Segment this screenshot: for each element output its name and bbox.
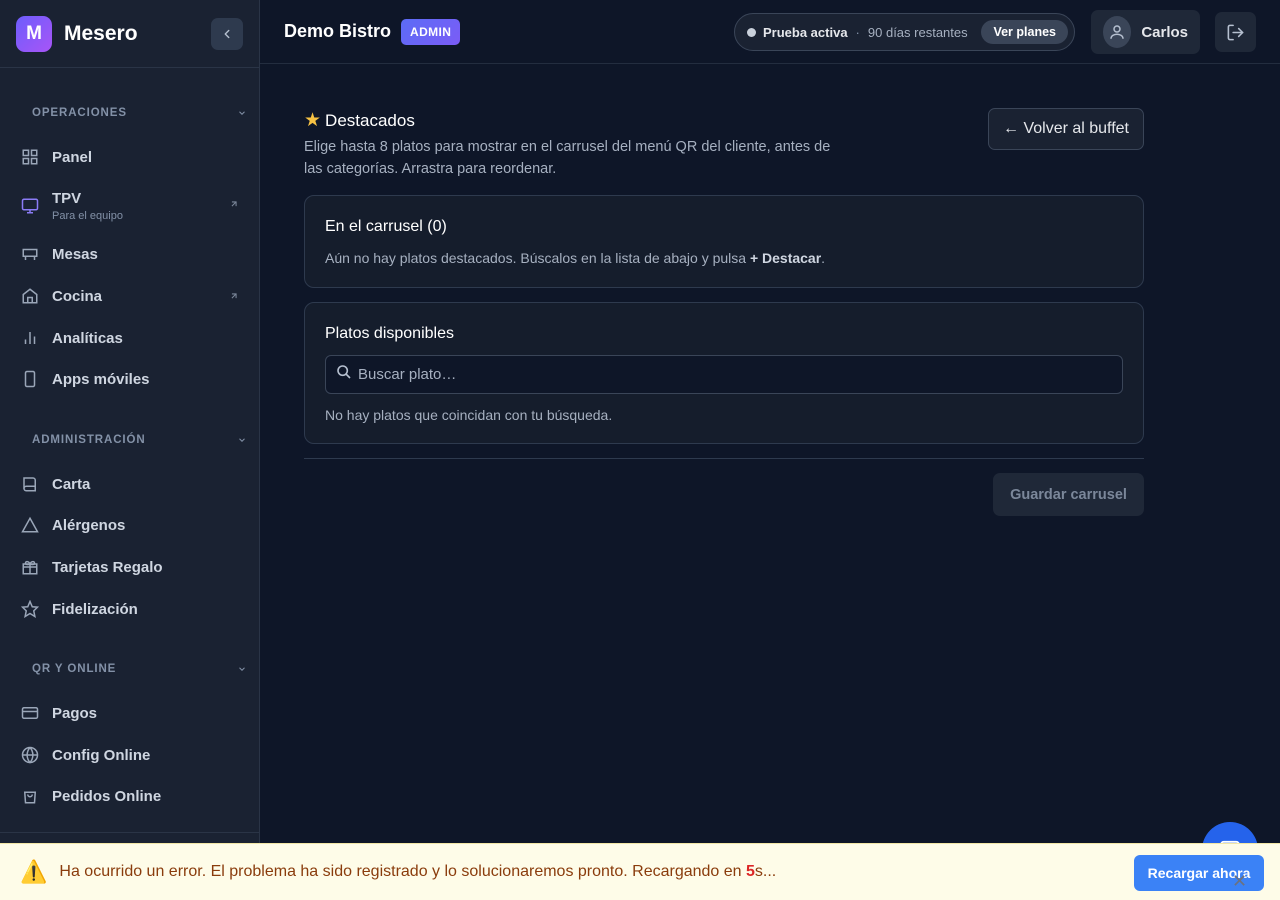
sidebar-item-label: Tarjetas Regalo xyxy=(52,558,163,576)
section-title: OPERACIONES xyxy=(32,107,127,119)
brand: M Mesero xyxy=(0,0,259,68)
close-icon[interactable]: ✕ xyxy=(1232,872,1247,890)
sidebar-item-alergenos[interactable]: Alérgenos xyxy=(0,507,259,543)
trial-status-pill: Prueba activa · 90 días restantes Ver pl… xyxy=(734,13,1075,51)
sidebar-item-label: TPV xyxy=(52,190,82,207)
available-title: Platos disponibles xyxy=(325,325,454,342)
sidebar-item-label: Pedidos Online xyxy=(52,787,162,805)
search-icon xyxy=(336,364,352,385)
page-description: Elige hasta 8 platos para mostrar en el … xyxy=(304,139,831,177)
credit-card-icon xyxy=(20,703,40,723)
sidebar-item-cocina[interactable]: Cocina xyxy=(0,278,259,314)
sidebar-item-label: Config Online xyxy=(52,746,151,764)
sidebar-item-label: Alérgenos xyxy=(52,516,126,534)
sidebar-item-carta[interactable]: Carta xyxy=(0,466,259,502)
chevron-left-icon xyxy=(224,29,230,38)
back-to-buffet-button[interactable]: ← Volver al buffet xyxy=(988,108,1144,150)
page-title-text: Destacados xyxy=(325,110,415,130)
brand-name: Mesero xyxy=(64,21,138,45)
external-link-icon xyxy=(229,288,239,306)
error-text: Ha ocurrido un error. El problema ha sid… xyxy=(59,863,746,880)
restaurant-name: Demo Bistro xyxy=(284,21,392,41)
star-icon xyxy=(20,599,40,619)
sidebar-item-label: Analíticas xyxy=(52,329,123,347)
trial-status: Prueba activa xyxy=(763,24,848,40)
error-message: Ha ocurrido un error. El problema ha sid… xyxy=(59,863,776,881)
gift-icon xyxy=(20,557,40,577)
sidebar-item-label: Panel xyxy=(52,148,93,166)
section-header-qr-online[interactable]: QR Y ONLINE xyxy=(0,659,259,679)
trial-separator: · xyxy=(855,24,860,40)
warning-icon: ⚠️ xyxy=(20,859,48,884)
shopping-bag-icon xyxy=(20,786,40,806)
sidebar-item-label: Pagos xyxy=(52,704,98,722)
star-icon: ★ xyxy=(304,110,322,131)
chevron-down-icon xyxy=(239,667,245,671)
carousel-title: En el carrusel (0) xyxy=(325,218,447,235)
top-header: Demo Bistro ADMIN Prueba activa · 90 día… xyxy=(260,0,1280,64)
error-text-end: s... xyxy=(754,863,777,880)
smartphone-icon xyxy=(20,369,40,389)
feature-action-label: + Destacar xyxy=(749,250,822,266)
section-header-administracion[interactable]: ADMINISTRACIÓN xyxy=(0,430,259,450)
page-title: ★ Destacados xyxy=(304,109,415,132)
sidebar-item-label: Apps móviles xyxy=(52,370,150,388)
section-title: ADMINISTRACIÓN xyxy=(32,434,146,446)
no-results-text: No hay platos que coincidan con tu búsqu… xyxy=(325,407,613,423)
save-carousel-button[interactable]: Guardar carrusel xyxy=(993,473,1144,516)
carousel-card: En el carrusel (0) Aún no hay platos des… xyxy=(304,195,1144,288)
sidebar-item-pagos[interactable]: Pagos xyxy=(0,695,259,731)
user-icon xyxy=(1110,25,1124,39)
sidebar: M Mesero OPERACIONES Panel TPV Para el e… xyxy=(0,0,260,900)
warning-icon xyxy=(20,515,40,535)
sidebar-item-apps-moviles[interactable]: Apps móviles xyxy=(0,361,259,397)
sidebar-item-label: Mesas xyxy=(52,245,98,263)
logout-icon xyxy=(1227,24,1244,40)
globe-icon xyxy=(20,745,40,765)
section-header-operaciones[interactable]: OPERACIONES xyxy=(0,103,259,123)
trial-remaining: 90 días restantes xyxy=(867,24,968,40)
sidebar-item-label: Cocina xyxy=(52,287,103,305)
sidebar-item-label: Carta xyxy=(52,475,91,493)
chevron-down-icon xyxy=(239,111,245,115)
sidebar-item-mesas[interactable]: Mesas xyxy=(0,236,259,272)
empty-text: Aún no hay platos destacados. Búscalos e… xyxy=(325,250,750,266)
avatar xyxy=(1103,16,1132,48)
sidebar-item-fidelizacion[interactable]: Fidelización xyxy=(0,591,259,627)
search-input[interactable] xyxy=(358,366,1112,383)
sidebar-item-pedidos-online[interactable]: Pedidos Online xyxy=(0,778,259,814)
role-badge: ADMIN xyxy=(401,18,461,45)
table-icon xyxy=(20,244,40,264)
empty-text-end: . xyxy=(821,250,826,266)
sidebar-item-sublabel: Para el equipo xyxy=(52,210,123,222)
sidebar-divider xyxy=(0,832,259,833)
bar-chart-icon xyxy=(20,328,40,348)
available-dishes-card: Platos disponibles No hay platos que coi… xyxy=(304,302,1144,444)
collapse-sidebar-button[interactable] xyxy=(211,17,243,50)
grid-icon xyxy=(20,147,40,167)
external-link-icon xyxy=(229,196,239,214)
sidebar-item-tarjetas-regalo[interactable]: Tarjetas Regalo xyxy=(0,549,259,585)
content-divider xyxy=(304,458,1144,459)
logout-button[interactable] xyxy=(1215,12,1256,52)
sidebar-item-panel[interactable]: Panel xyxy=(0,139,259,175)
status-dot-icon xyxy=(747,27,756,37)
section-title: QR Y ONLINE xyxy=(32,663,117,675)
chevron-down-icon xyxy=(239,438,245,442)
user-name: Carlos xyxy=(1141,23,1188,41)
search-box xyxy=(325,355,1123,394)
carousel-empty-text: Aún no hay platos destacados. Búscalos e… xyxy=(325,250,1123,266)
book-icon xyxy=(20,474,40,494)
sidebar-item-analiticas[interactable]: Analíticas xyxy=(0,320,259,356)
sidebar-item-label: Fidelización xyxy=(52,600,138,618)
sidebar-item-tpv[interactable]: TPV Para el equipo xyxy=(0,186,259,226)
user-menu[interactable]: Carlos xyxy=(1091,10,1200,54)
countdown: 5 xyxy=(746,863,755,880)
home-icon xyxy=(20,286,40,306)
view-plans-button[interactable]: Ver planes xyxy=(981,20,1068,44)
sidebar-item-config-online[interactable]: Config Online xyxy=(0,737,259,773)
error-banner: ⚠️ Ha ocurrido un error. El problema ha … xyxy=(0,843,1280,900)
monitor-icon xyxy=(20,196,40,216)
brand-logo: M xyxy=(16,15,52,52)
